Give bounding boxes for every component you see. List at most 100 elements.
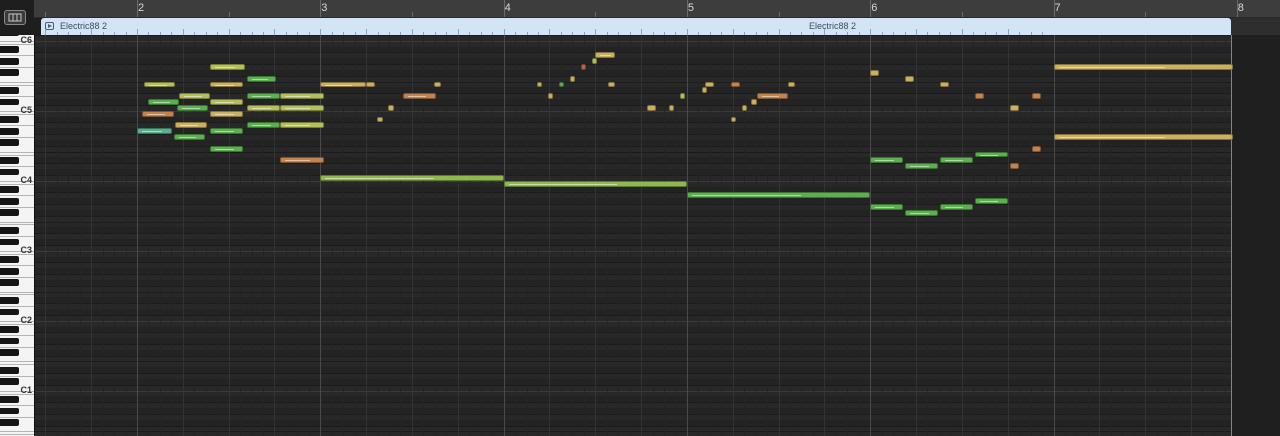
midi-note[interactable]: [730, 81, 741, 88]
black-key[interactable]: [0, 98, 19, 106]
midi-note[interactable]: [173, 134, 205, 140]
black-key[interactable]: [0, 46, 19, 53]
midi-note[interactable]: [147, 99, 180, 105]
black-key[interactable]: [0, 156, 19, 164]
midi-note[interactable]: [1053, 64, 1234, 70]
midi-note[interactable]: [679, 93, 686, 100]
midi-note[interactable]: [175, 122, 207, 129]
midi-note[interactable]: [569, 75, 576, 82]
midi-note[interactable]: [279, 104, 324, 111]
black-key[interactable]: [0, 326, 19, 333]
black-key[interactable]: [0, 57, 19, 65]
midi-note[interactable]: [246, 104, 280, 111]
midi-note[interactable]: [210, 64, 246, 70]
midi-note[interactable]: [142, 110, 174, 117]
midi-note[interactable]: [503, 180, 687, 187]
black-key[interactable]: [0, 238, 19, 246]
black-key[interactable]: [0, 86, 19, 94]
midi-note[interactable]: [177, 104, 209, 111]
black-key[interactable]: [0, 296, 19, 304]
midi-note[interactable]: [1053, 134, 1234, 140]
midi-note[interactable]: [905, 75, 915, 82]
midi-note[interactable]: [246, 75, 277, 82]
time-grid-line: [171, 35, 173, 436]
midi-note[interactable]: [939, 81, 949, 88]
midi-note[interactable]: [366, 81, 376, 88]
black-key[interactable]: [0, 267, 19, 275]
midi-note[interactable]: [179, 93, 211, 100]
midi-note[interactable]: [279, 93, 324, 100]
region-header[interactable]: Electric88 2 Electric88 2: [41, 18, 1231, 35]
black-key[interactable]: [0, 197, 19, 205]
midi-note[interactable]: [137, 128, 172, 135]
midi-note[interactable]: [595, 52, 616, 59]
note-grid[interactable]: [35, 35, 1280, 436]
midi-note[interactable]: [377, 116, 383, 123]
midi-note[interactable]: [210, 128, 244, 135]
bar-ruler[interactable]: 2 3 4 5 6 7 8: [34, 0, 1280, 18]
midi-note[interactable]: [320, 81, 367, 88]
midi-note[interactable]: [705, 81, 715, 88]
midi-note[interactable]: [905, 163, 938, 170]
midi-note[interactable]: [1009, 104, 1019, 111]
black-key[interactable]: [0, 337, 19, 345]
midi-note[interactable]: [591, 58, 598, 65]
keyboard-toggle-button[interactable]: [4, 10, 26, 25]
black-key[interactable]: [0, 127, 19, 135]
midi-note[interactable]: [974, 151, 1008, 158]
black-key[interactable]: [0, 378, 19, 386]
midi-note[interactable]: [741, 104, 748, 111]
midi-note[interactable]: [279, 122, 324, 129]
black-key[interactable]: [0, 349, 19, 357]
midi-note[interactable]: [144, 81, 176, 88]
midi-note[interactable]: [580, 64, 587, 70]
black-key[interactable]: [0, 308, 19, 316]
midi-note[interactable]: [1031, 145, 1041, 152]
midi-note[interactable]: [1009, 163, 1019, 170]
midi-note[interactable]: [547, 93, 554, 100]
black-key[interactable]: [0, 186, 19, 193]
midi-note[interactable]: [210, 81, 244, 88]
midi-note[interactable]: [939, 204, 973, 210]
midi-note[interactable]: [974, 93, 984, 100]
midi-note[interactable]: [870, 69, 880, 76]
midi-note[interactable]: [870, 157, 904, 164]
midi-note[interactable]: [701, 87, 708, 94]
midi-note[interactable]: [246, 93, 280, 100]
midi-note[interactable]: [320, 174, 504, 181]
midi-note[interactable]: [668, 104, 675, 111]
black-key[interactable]: [0, 69, 19, 77]
midi-note[interactable]: [388, 104, 394, 111]
black-key[interactable]: [0, 256, 19, 263]
time-grid-line: [801, 35, 803, 436]
midi-note[interactable]: [905, 209, 938, 216]
midi-note[interactable]: [939, 157, 973, 164]
midi-note[interactable]: [210, 110, 244, 117]
midi-note[interactable]: [787, 81, 796, 88]
midi-note[interactable]: [974, 198, 1008, 205]
midi-note[interactable]: [751, 99, 757, 105]
midi-note[interactable]: [279, 157, 324, 164]
midi-note[interactable]: [870, 204, 904, 210]
black-key[interactable]: [0, 279, 19, 287]
midi-note[interactable]: [756, 93, 788, 100]
black-key[interactable]: [0, 168, 19, 176]
midi-note[interactable]: [646, 104, 656, 111]
black-key[interactable]: [0, 35, 19, 36]
midi-note[interactable]: [1031, 93, 1041, 100]
midi-note[interactable]: [433, 81, 442, 88]
midi-note[interactable]: [210, 99, 244, 105]
black-key[interactable]: [0, 209, 19, 217]
black-key[interactable]: [0, 226, 19, 234]
black-key[interactable]: [0, 419, 19, 427]
midi-note[interactable]: [402, 93, 436, 100]
black-key[interactable]: [0, 407, 19, 415]
midi-note[interactable]: [686, 192, 871, 199]
black-key[interactable]: [0, 366, 19, 374]
midi-note[interactable]: [210, 145, 244, 152]
black-key[interactable]: [0, 116, 19, 123]
black-key[interactable]: [0, 395, 19, 403]
piano-keyboard[interactable]: C6 C5 C4 C3 C2 C1: [0, 35, 35, 436]
midi-note[interactable]: [246, 122, 280, 129]
black-key[interactable]: [0, 139, 19, 147]
